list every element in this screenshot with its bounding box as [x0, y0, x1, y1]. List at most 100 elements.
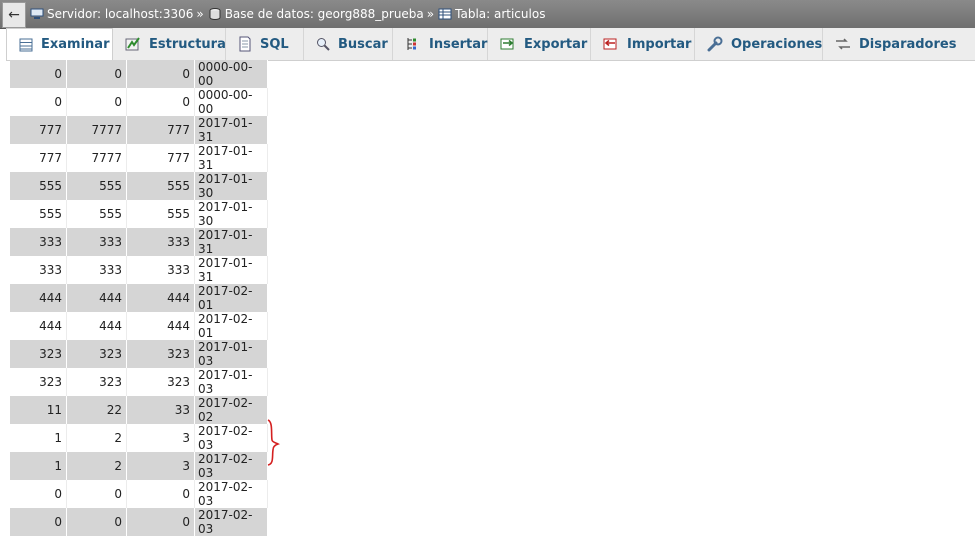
- breadcrumb-table[interactable]: Tabla: articulos: [438, 7, 545, 21]
- table-cell[interactable]: 1: [10, 424, 67, 452]
- table-cell[interactable]: 2017-02-03: [194, 480, 268, 508]
- table-cell[interactable]: 2017-01-30: [194, 200, 268, 228]
- table-cell[interactable]: 333: [66, 256, 127, 284]
- tab-operaciones[interactable]: Operaciones: [695, 28, 823, 60]
- table-cell[interactable]: 0: [10, 508, 67, 536]
- table-cell[interactable]: 444: [10, 312, 67, 340]
- table-cell[interactable]: 3: [126, 424, 195, 452]
- table-cell[interactable]: 0: [10, 88, 67, 116]
- breadcrumb-table-label[interactable]: Tabla: articulos: [455, 7, 545, 21]
- tab-disparadores[interactable]: Disparadores: [823, 28, 975, 60]
- table-cell[interactable]: 2017-01-03: [194, 368, 268, 396]
- table-cell[interactable]: 2: [66, 452, 127, 480]
- table-cell[interactable]: 555: [66, 200, 127, 228]
- table-cell[interactable]: 7777: [66, 116, 127, 144]
- table-cell[interactable]: 2: [66, 424, 127, 452]
- tab-exportar[interactable]: Exportar: [488, 28, 591, 60]
- table-row[interactable]: 444 444 444 2017-02-01: [10, 284, 268, 312]
- table-row[interactable]: 0 0 0 0000-00-00: [10, 60, 268, 88]
- table-row[interactable]: 1 2 3 2017-02-03: [10, 452, 268, 480]
- tab-examinar[interactable]: Examinar: [6, 28, 113, 60]
- table-cell[interactable]: 444: [66, 284, 127, 312]
- table-cell[interactable]: 0: [126, 88, 195, 116]
- table-cell[interactable]: 555: [66, 172, 127, 200]
- table-cell[interactable]: 33: [126, 396, 195, 424]
- table-cell[interactable]: 0: [126, 60, 195, 88]
- table-cell[interactable]: 2017-02-01: [194, 284, 268, 312]
- table-cell[interactable]: 2017-01-31: [194, 256, 268, 284]
- table-cell[interactable]: 2017-02-01: [194, 312, 268, 340]
- table-cell[interactable]: 0000-00-00: [194, 60, 268, 88]
- table-row[interactable]: 333 333 333 2017-01-31: [10, 228, 268, 256]
- tab-insertar[interactable]: Insertar: [393, 28, 488, 60]
- table-cell[interactable]: 2017-01-31: [194, 144, 268, 172]
- breadcrumb-database-label[interactable]: Base de datos: georg888_prueba: [225, 7, 424, 21]
- table-cell[interactable]: 333: [10, 228, 67, 256]
- table-cell[interactable]: 0: [10, 60, 67, 88]
- breadcrumb-server-label[interactable]: Servidor: localhost:3306: [47, 7, 193, 21]
- table-row[interactable]: 323 323 323 2017-01-03: [10, 340, 268, 368]
- table-cell[interactable]: 323: [66, 368, 127, 396]
- table-row[interactable]: 777 7777 777 2017-01-31: [10, 116, 268, 144]
- table-cell[interactable]: 0: [66, 88, 127, 116]
- table-cell[interactable]: 555: [126, 172, 195, 200]
- table-cell[interactable]: 2017-02-03: [194, 508, 268, 536]
- table-row[interactable]: 1 2 3 2017-02-03: [10, 424, 268, 452]
- table-cell[interactable]: 3: [126, 452, 195, 480]
- table-row[interactable]: 0 0 0 0000-00-00: [10, 88, 268, 116]
- table-cell[interactable]: 555: [10, 172, 67, 200]
- table-cell[interactable]: 0: [10, 480, 67, 508]
- table-cell[interactable]: 0: [126, 508, 195, 536]
- table-cell[interactable]: 323: [66, 340, 127, 368]
- table-row[interactable]: 0 0 0 2017-02-03: [10, 480, 268, 508]
- tab-sql[interactable]: SQL: [226, 28, 304, 60]
- table-row[interactable]: 777 7777 777 2017-01-31: [10, 144, 268, 172]
- table-cell[interactable]: 323: [10, 368, 67, 396]
- table-cell[interactable]: 2017-02-02: [194, 396, 268, 424]
- table-cell[interactable]: 444: [126, 312, 195, 340]
- table-cell[interactable]: 777: [126, 116, 195, 144]
- table-cell[interactable]: 2017-02-03: [194, 452, 268, 480]
- table-cell[interactable]: 1: [10, 452, 67, 480]
- table-row[interactable]: 333 333 333 2017-01-31: [10, 256, 268, 284]
- tab-buscar[interactable]: Buscar: [304, 28, 393, 60]
- table-cell[interactable]: 323: [10, 340, 67, 368]
- tab-estructura[interactable]: Estructura: [113, 28, 226, 60]
- table-cell[interactable]: 333: [126, 228, 195, 256]
- table-cell[interactable]: 323: [126, 368, 195, 396]
- table-cell[interactable]: 0: [66, 508, 127, 536]
- breadcrumb-database[interactable]: Base de datos: georg888_prueba: [208, 7, 424, 21]
- table-row[interactable]: 323 323 323 2017-01-03: [10, 368, 268, 396]
- table-cell[interactable]: 22: [66, 396, 127, 424]
- table-cell[interactable]: 444: [10, 284, 67, 312]
- table-cell[interactable]: 0: [66, 60, 127, 88]
- table-cell[interactable]: 2017-02-03: [194, 424, 268, 452]
- breadcrumb-server[interactable]: Servidor: localhost:3306: [30, 7, 193, 21]
- table-cell[interactable]: 2017-01-30: [194, 172, 268, 200]
- table-cell[interactable]: 333: [10, 256, 67, 284]
- table-cell[interactable]: 2017-01-31: [194, 116, 268, 144]
- table-cell[interactable]: 323: [126, 340, 195, 368]
- table-cell[interactable]: 7777: [66, 144, 127, 172]
- table-cell[interactable]: 0: [126, 480, 195, 508]
- table-cell[interactable]: 444: [66, 312, 127, 340]
- table-cell[interactable]: 0: [66, 480, 127, 508]
- table-cell[interactable]: 0000-00-00: [194, 88, 268, 116]
- table-row[interactable]: 444 444 444 2017-02-01: [10, 312, 268, 340]
- table-row[interactable]: 11 22 33 2017-02-02: [10, 396, 268, 424]
- table-cell[interactable]: 777: [126, 144, 195, 172]
- tab-importar[interactable]: Importar: [591, 28, 695, 60]
- table-row[interactable]: 555 555 555 2017-01-30: [10, 172, 268, 200]
- table-cell[interactable]: 777: [10, 144, 67, 172]
- table-cell[interactable]: 444: [126, 284, 195, 312]
- table-cell[interactable]: 2017-01-31: [194, 228, 268, 256]
- table-cell[interactable]: 333: [126, 256, 195, 284]
- table-row[interactable]: 555 555 555 2017-01-30: [10, 200, 268, 228]
- table-row[interactable]: 0 0 0 2017-02-03: [10, 508, 268, 536]
- table-cell[interactable]: 11: [10, 396, 67, 424]
- table-cell[interactable]: 555: [10, 200, 67, 228]
- table-cell[interactable]: 777: [10, 116, 67, 144]
- table-cell[interactable]: 2017-01-03: [194, 340, 268, 368]
- back-button[interactable]: ←: [2, 1, 26, 28]
- table-cell[interactable]: 555: [126, 200, 195, 228]
